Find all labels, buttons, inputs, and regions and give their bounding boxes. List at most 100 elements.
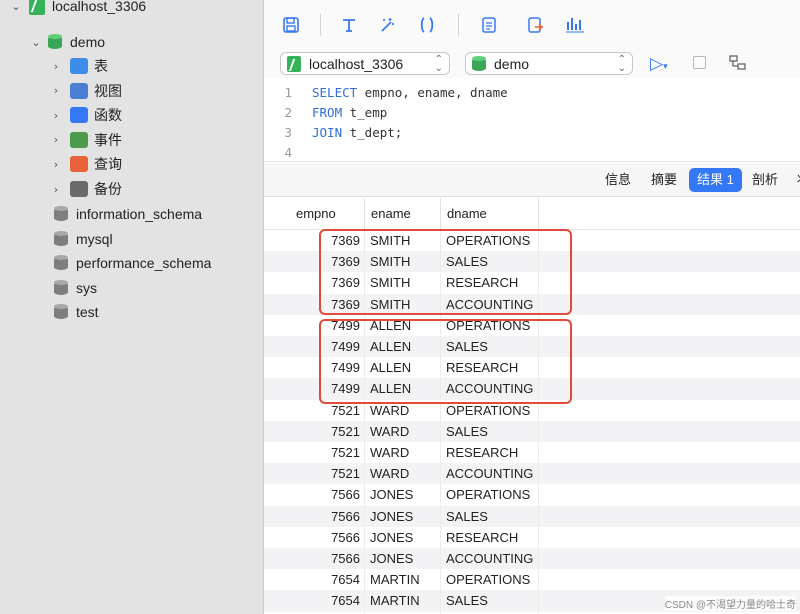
- column-header-empno[interactable]: empno: [290, 198, 364, 230]
- connection-select[interactable]: localhost_3306 ⌃ ⌄: [280, 52, 450, 75]
- cell-empno[interactable]: 7499: [290, 357, 364, 378]
- table-row[interactable]: 7566 JONES OPERATIONS: [264, 484, 800, 505]
- cell-dname[interactable]: RESEARCH: [446, 527, 542, 548]
- cell-dname[interactable]: SALES: [446, 506, 542, 527]
- cell-dname[interactable]: ACCOUNTING: [446, 294, 542, 315]
- cell-ename[interactable]: MARTIN: [370, 569, 440, 590]
- cell-dname[interactable]: SALES: [446, 251, 542, 272]
- table-row[interactable]: 7369 SMITH RESEARCH: [264, 272, 800, 293]
- sidebar-item-query[interactable]: › 查询: [50, 152, 122, 176]
- table-row[interactable]: 7566 JONES SALES: [264, 505, 800, 527]
- cell-dname[interactable]: OPERATIONS: [446, 230, 542, 251]
- cell-dname[interactable]: OPERATIONS: [446, 400, 542, 421]
- chevron-right-icon[interactable]: ›: [50, 158, 62, 171]
- cell-ename[interactable]: SMITH: [370, 251, 440, 272]
- table-row[interactable]: 7499 ALLEN RESEARCH: [264, 357, 800, 378]
- cell-dname[interactable]: OPERATIONS: [446, 315, 542, 336]
- cell-ename[interactable]: JONES: [370, 527, 440, 548]
- chevron-right-icon[interactable]: ›: [50, 183, 62, 196]
- database-node[interactable]: test: [52, 300, 99, 324]
- table-row[interactable]: 7369 SMITH SALES: [264, 251, 800, 273]
- table-row[interactable]: 7654 MARTIN OPERATIONS: [264, 569, 800, 590]
- tab-result-1[interactable]: 结果 1: [689, 168, 742, 192]
- cell-ename[interactable]: SMITH: [370, 230, 440, 251]
- cell-ename[interactable]: WARD: [370, 442, 440, 463]
- cell-dname[interactable]: OPERATIONS: [446, 484, 542, 505]
- cell-empno[interactable]: 7521: [290, 421, 364, 442]
- table-row[interactable]: 7521 WARD ACCOUNTING: [264, 463, 800, 485]
- stop-icon[interactable]: [693, 56, 706, 69]
- cell-dname[interactable]: SALES: [446, 590, 542, 611]
- table-row[interactable]: 7566 JONES RESEARCH: [264, 527, 800, 548]
- cell-ename[interactable]: ALLEN: [370, 336, 440, 357]
- cell-empno[interactable]: 7654: [290, 590, 364, 611]
- cell-dname[interactable]: ACCOUNTING: [446, 378, 542, 399]
- chevron-right-icon[interactable]: ›: [50, 84, 62, 97]
- sidebar-item-backup[interactable]: › 备份: [50, 177, 122, 201]
- cell-ename[interactable]: ALLEN: [370, 315, 440, 336]
- table-row[interactable]: 7521 WARD RESEARCH: [264, 442, 800, 463]
- table-row[interactable]: 7521 WARD SALES: [264, 420, 800, 442]
- database-node-demo[interactable]: ⌄ demo: [30, 30, 105, 54]
- cell-empno[interactable]: 7521: [290, 463, 364, 484]
- export-icon[interactable]: [524, 14, 546, 36]
- column-header-ename[interactable]: ename: [364, 198, 440, 230]
- chevron-right-icon[interactable]: ›: [50, 60, 62, 73]
- cell-dname[interactable]: ACCOUNTING: [446, 548, 542, 569]
- cell-dname[interactable]: ACCOUNTING: [446, 463, 542, 484]
- table-row[interactable]: 7499 ALLEN ACCOUNTING: [264, 378, 800, 400]
- table-row[interactable]: 7499 ALLEN OPERATIONS: [264, 315, 800, 336]
- run-icon[interactable]: ▷▾: [650, 54, 668, 74]
- cell-empno[interactable]: 7566: [290, 506, 364, 527]
- cell-ename[interactable]: WARD: [370, 421, 440, 442]
- cell-empno[interactable]: 7521: [290, 442, 364, 463]
- database-node[interactable]: performance_schema: [52, 251, 211, 275]
- cell-dname[interactable]: OPERATIONS: [446, 569, 542, 590]
- column-header-dname[interactable]: dname: [440, 198, 538, 230]
- cell-empno[interactable]: 7566: [290, 484, 364, 505]
- text-icon[interactable]: [478, 14, 500, 36]
- database-node[interactable]: information_schema: [52, 202, 202, 226]
- cell-dname[interactable]: RESEARCH: [446, 272, 542, 293]
- explain-icon[interactable]: [564, 14, 586, 36]
- cell-ename[interactable]: ALLEN: [370, 378, 440, 399]
- format-icon[interactable]: [338, 14, 360, 36]
- cell-dname[interactable]: SALES: [446, 336, 542, 357]
- cell-ename[interactable]: JONES: [370, 506, 440, 527]
- sql-editor[interactable]: 1 SELECT empno, ename, dname 2 FROM t_em…: [264, 80, 800, 162]
- chevron-right-icon[interactable]: ›: [50, 133, 62, 146]
- chevron-down-icon[interactable]: ⌄: [10, 0, 22, 13]
- cell-empno[interactable]: 7566: [290, 548, 364, 569]
- table-row[interactable]: 7566 JONES ACCOUNTING: [264, 548, 800, 570]
- table-row[interactable]: 7369 SMITH OPERATIONS: [264, 230, 800, 251]
- sidebar-item-function[interactable]: › 函数: [50, 103, 122, 127]
- cell-empno[interactable]: 7499: [290, 315, 364, 336]
- cell-dname[interactable]: RESEARCH: [446, 357, 542, 378]
- cell-empno[interactable]: 7369: [290, 251, 364, 272]
- table-row[interactable]: 7521 WARD OPERATIONS: [264, 400, 800, 421]
- cell-empno[interactable]: 7369: [290, 230, 364, 251]
- cell-empno[interactable]: 7521: [290, 400, 364, 421]
- cell-ename[interactable]: ALLEN: [370, 357, 440, 378]
- cell-ename[interactable]: SMITH: [370, 294, 440, 315]
- cell-dname[interactable]: SALES: [446, 421, 542, 442]
- cell-empno[interactable]: 7369: [290, 294, 364, 315]
- database-select[interactable]: demo ⌃ ⌄: [465, 52, 633, 75]
- sidebar-item-view[interactable]: › 视图: [50, 79, 122, 103]
- cell-ename[interactable]: SMITH: [370, 272, 440, 293]
- beautify-icon[interactable]: [376, 14, 398, 36]
- cell-dname[interactable]: RESEARCH: [446, 442, 542, 463]
- braces-icon[interactable]: [416, 14, 438, 36]
- database-node[interactable]: sys: [52, 276, 97, 300]
- cell-ename[interactable]: MARTIN: [370, 590, 440, 611]
- cell-empno[interactable]: 7499: [290, 336, 364, 357]
- chevron-right-icon[interactable]: ›: [50, 109, 62, 122]
- tab-info[interactable]: 信息: [597, 168, 639, 192]
- cell-empno[interactable]: 7369: [290, 272, 364, 293]
- tab-profile[interactable]: 剖析: [744, 168, 786, 192]
- chevron-down-icon[interactable]: ⌄: [30, 36, 42, 49]
- table-row[interactable]: 7499 ALLEN SALES: [264, 336, 800, 358]
- cell-empno[interactable]: 7499: [290, 378, 364, 399]
- cell-ename[interactable]: JONES: [370, 548, 440, 569]
- cell-empno[interactable]: 7654: [290, 569, 364, 590]
